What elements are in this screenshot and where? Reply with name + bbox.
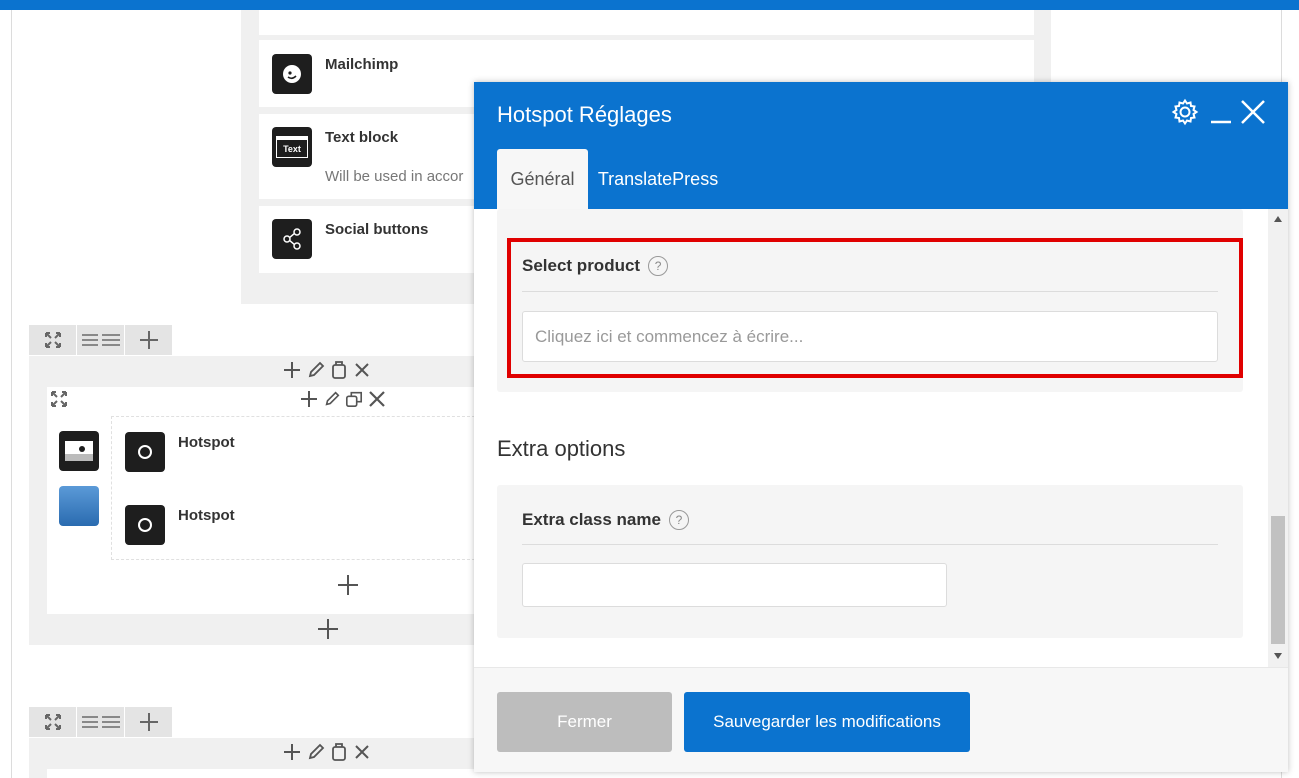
save-button[interactable]: Sauvegarder les modifications	[684, 692, 970, 752]
scroll-up-icon[interactable]	[1273, 215, 1283, 223]
row-container	[29, 738, 475, 778]
close-button[interactable]: Fermer	[497, 692, 672, 752]
extra-class-section: Extra class name ?	[497, 485, 1243, 638]
top-accent-bar	[0, 0, 1299, 10]
element-card-partial	[259, 10, 1034, 35]
element-title: Social buttons	[325, 221, 429, 238]
scroll-thumb[interactable]	[1271, 516, 1285, 644]
close-icon[interactable]	[1237, 96, 1269, 128]
mailchimp-icon	[272, 54, 312, 94]
delete-icon[interactable]	[352, 742, 372, 762]
row-actions	[282, 360, 372, 380]
image-hotspot-thumbnail[interactable]	[59, 431, 99, 471]
duplicate-icon[interactable]	[330, 360, 348, 380]
hotspot-settings-modal: Hotspot Réglages Général TranslatePress …	[474, 82, 1288, 772]
extra-options-heading: Extra options	[497, 436, 626, 461]
help-icon[interactable]: ?	[668, 510, 689, 530]
gear-icon[interactable]	[1169, 96, 1201, 128]
extra-class-name-label: Extra class name ?	[522, 510, 689, 530]
field-divider	[522, 544, 1218, 545]
modal-body: Select product ? Cliquez ici et commence…	[474, 209, 1288, 667]
page-frame-left	[11, 10, 12, 778]
modal-header: Hotspot Réglages Général TranslatePress	[474, 82, 1288, 209]
hotspot-label[interactable]: Hotspot	[178, 434, 235, 451]
add-row-icon[interactable]	[125, 325, 172, 355]
element-description: Will be used in accor	[325, 168, 464, 185]
minimize-icon[interactable]	[1205, 96, 1237, 128]
add-icon[interactable]	[299, 389, 319, 409]
text-block-icon: Text	[272, 127, 312, 167]
row-toolbar	[29, 325, 173, 355]
column-actions	[299, 389, 387, 409]
add-icon[interactable]	[282, 360, 302, 380]
duplicate-icon[interactable]	[330, 742, 348, 762]
edit-icon[interactable]	[306, 742, 326, 762]
row-container: Hotspot Hotspot	[29, 356, 475, 645]
inner-column: Hotspot Hotspot	[111, 416, 475, 560]
add-column-icon[interactable]	[317, 618, 339, 640]
element-title: Mailchimp	[325, 56, 399, 73]
add-element-icon[interactable]	[337, 574, 359, 596]
hotspot-icon	[125, 432, 165, 472]
modal-title: Hotspot Réglages	[497, 102, 672, 127]
expand-icon[interactable]	[50, 390, 68, 408]
hotspot-icon	[125, 505, 165, 545]
delete-icon[interactable]	[352, 360, 372, 380]
element-title: Text block	[325, 129, 399, 146]
highlight-box	[507, 238, 1243, 378]
hotspot-label[interactable]: Hotspot	[178, 507, 235, 524]
layout-columns-icon[interactable]	[77, 325, 124, 355]
share-icon	[272, 219, 312, 259]
expand-icon[interactable]	[29, 325, 76, 355]
tab-translatepress[interactable]: TranslatePress	[598, 149, 718, 209]
modal-scrollbar[interactable]	[1268, 209, 1288, 667]
add-icon[interactable]	[282, 742, 302, 762]
modal-footer: Fermer Sauvegarder les modifications	[474, 667, 1288, 772]
edit-icon[interactable]	[306, 360, 326, 380]
edit-icon[interactable]	[323, 389, 341, 409]
delete-icon[interactable]	[367, 389, 387, 409]
row-toolbar	[29, 707, 173, 737]
scroll-down-icon[interactable]	[1273, 652, 1283, 660]
copy-icon[interactable]	[345, 389, 363, 409]
tab-general[interactable]: Général	[497, 149, 588, 209]
row-actions	[282, 742, 372, 762]
add-row-icon[interactable]	[125, 707, 172, 737]
column-container: Hotspot Hotspot	[47, 387, 475, 614]
extra-class-name-input[interactable]	[522, 563, 947, 607]
layout-columns-icon[interactable]	[77, 707, 124, 737]
image-thumbnail[interactable]	[59, 486, 99, 526]
column-container	[47, 769, 475, 778]
expand-icon[interactable]	[29, 707, 76, 737]
